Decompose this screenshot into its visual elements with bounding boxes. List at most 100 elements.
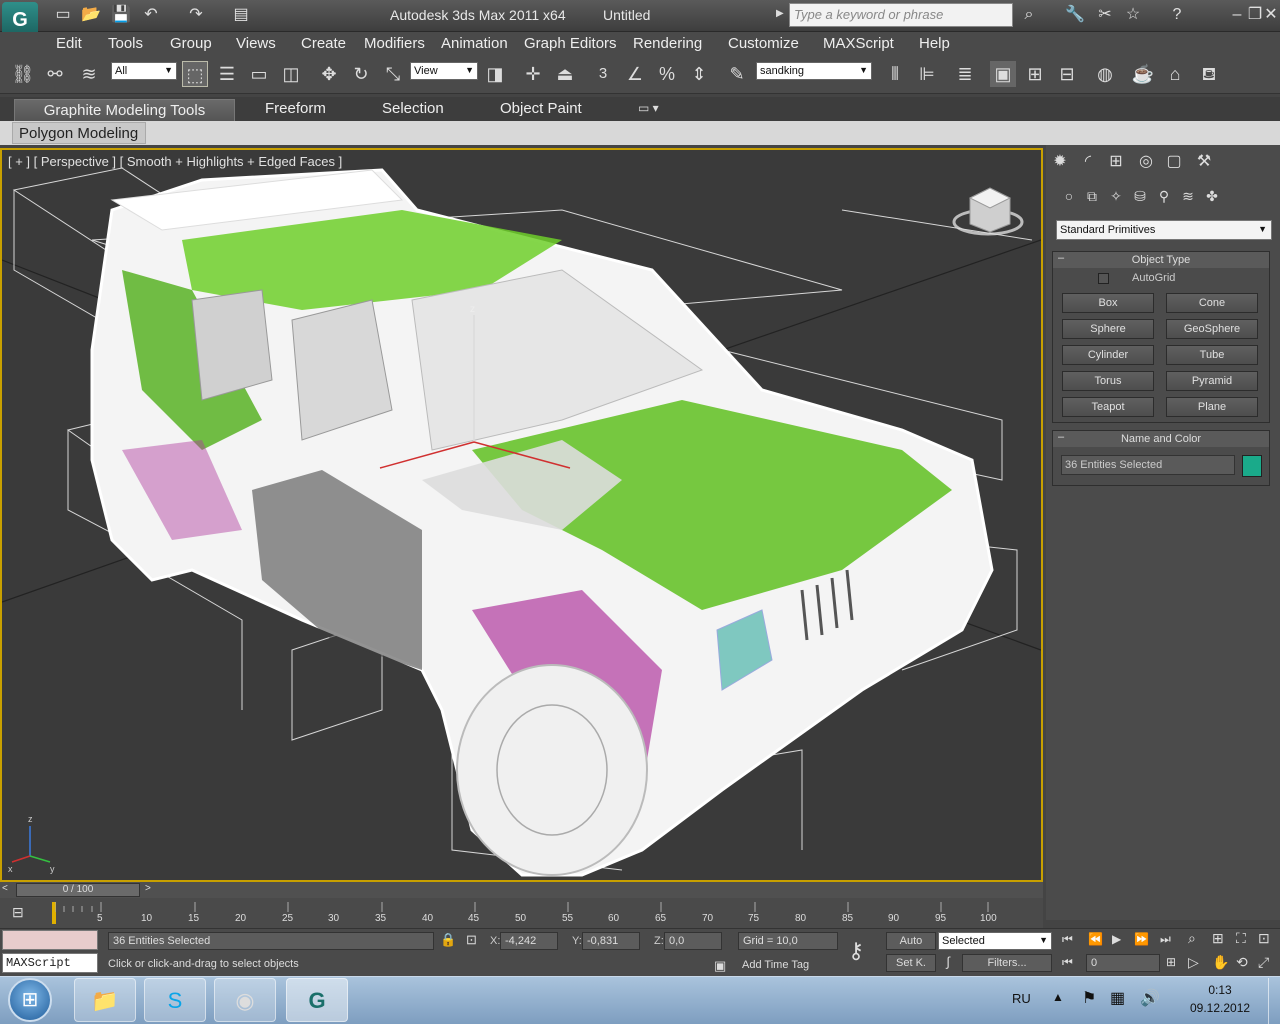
perspective-viewport[interactable]: z z x y [ + ] [ Perspective ] [ Smooth +…: [0, 148, 1043, 882]
collapse-minus-icon[interactable]: –: [1058, 252, 1064, 264]
bind-space-warp-icon[interactable]: ≋: [76, 61, 102, 87]
zoom-extents-all-icon[interactable]: ⊡: [1258, 930, 1270, 947]
pan-view-icon[interactable]: ✋: [1212, 954, 1229, 971]
tube-button[interactable]: Tube: [1166, 345, 1258, 365]
scale-icon[interactable]: ⤡: [380, 61, 406, 87]
rendered-frame-icon[interactable]: ⌂: [1162, 61, 1188, 87]
skype-icon[interactable]: S: [144, 978, 206, 1022]
default-tangent-icon[interactable]: ∫: [938, 954, 958, 972]
viewcube[interactable]: [952, 187, 1024, 236]
play-icon[interactable]: ▶: [1112, 932, 1121, 946]
menu-views[interactable]: Views: [236, 35, 276, 52]
tab-selection[interactable]: Selection: [382, 100, 444, 117]
next-frame-icon[interactable]: ⏩: [1134, 932, 1149, 946]
time-slider-thumb[interactable]: 0 / 100: [16, 883, 140, 897]
key-filters-button[interactable]: Filters...: [962, 954, 1052, 972]
zoom-extents-icon[interactable]: ⛶: [1236, 930, 1246, 947]
render-setup-icon[interactable]: ☕: [1130, 61, 1156, 87]
lights-icon[interactable]: ✧: [1106, 186, 1126, 206]
cameras-icon[interactable]: ⛁: [1130, 186, 1150, 206]
help-icon[interactable]: ?: [1166, 4, 1188, 26]
spinner-snap-icon[interactable]: ⇕: [686, 61, 712, 87]
add-time-tag[interactable]: Add Time Tag: [742, 959, 809, 971]
menu-customize[interactable]: Customize: [728, 35, 799, 52]
x-coordinate-field[interactable]: -4,242: [500, 932, 558, 950]
mirror-icon[interactable]: ⫴: [882, 61, 908, 87]
helpers-icon[interactable]: ⚲: [1154, 186, 1174, 206]
z-coordinate-field[interactable]: 0,0: [664, 932, 722, 950]
curve-editor-icon[interactable]: ⊞: [1022, 61, 1048, 87]
action-center-flag-icon[interactable]: ⚑: [1082, 988, 1096, 1008]
search-expand-icon[interactable]: ▶: [776, 8, 784, 19]
viewport-label[interactable]: [ + ] [ Perspective ] [ Smooth + Highlig…: [8, 154, 342, 169]
name-color-title[interactable]: Name and Color: [1053, 431, 1269, 447]
time-tag-icon[interactable]: ▣: [714, 958, 726, 974]
set-key-icon[interactable]: ⚷: [848, 938, 864, 964]
menu-create[interactable]: Create: [301, 35, 346, 52]
hierarchy-panel-icon[interactable]: ⊞: [1104, 150, 1128, 174]
geometry-icon[interactable]: ○: [1059, 186, 1079, 206]
tab-object-paint[interactable]: Object Paint: [500, 100, 582, 117]
new-file-icon[interactable]: ▭: [52, 4, 74, 26]
communication-center-icon[interactable]: ✂: [1094, 4, 1116, 26]
system-clock[interactable]: 0:13 09.12.2012: [1190, 983, 1250, 1015]
geosphere-button[interactable]: GeoSphere: [1166, 319, 1258, 339]
explorer-folder-icon[interactable]: 📁: [74, 978, 136, 1022]
tray-expand-icon[interactable]: ▲: [1052, 990, 1064, 1004]
menu-modifiers[interactable]: Modifiers: [364, 35, 425, 52]
previous-frame-icon[interactable]: ⏪: [1088, 932, 1103, 946]
absolute-mode-icon[interactable]: ⊡: [466, 932, 477, 948]
object-name-field[interactable]: 36 Entities Selected: [1061, 455, 1235, 475]
angle-snap-icon[interactable]: ∠: [622, 61, 648, 87]
zoom-icon[interactable]: ⌕: [1188, 930, 1196, 947]
curve-editor-mini-icon[interactable]: ⊟: [12, 904, 24, 921]
close-icon[interactable]: ✕: [1260, 4, 1280, 26]
volume-icon[interactable]: 🔊: [1140, 988, 1160, 1008]
menu-group[interactable]: Group: [170, 35, 212, 52]
tab-graphite-modeling-tools[interactable]: Graphite Modeling Tools: [14, 99, 235, 121]
selection-filter-dropdown[interactable]: All: [111, 62, 177, 80]
time-prev-arrow-icon[interactable]: <: [2, 883, 8, 894]
network-icon[interactable]: ▦: [1110, 988, 1125, 1008]
select-object-icon[interactable]: ⬚: [182, 61, 208, 87]
key-mode-toggle-icon[interactable]: ⏮: [1062, 955, 1073, 970]
maxscript-listener-pink[interactable]: [2, 930, 98, 950]
box-button[interactable]: Box: [1062, 293, 1154, 313]
autogrid-checkbox[interactable]: [1098, 273, 1109, 284]
cylinder-button[interactable]: Cylinder: [1062, 345, 1154, 365]
y-coordinate-field[interactable]: -0,831: [582, 932, 640, 950]
edit-named-selection-icon[interactable]: ✎: [724, 61, 750, 87]
pyramid-button[interactable]: Pyramid: [1166, 371, 1258, 391]
save-icon[interactable]: 💾: [110, 4, 132, 26]
percent-snap-icon[interactable]: %: [654, 61, 680, 87]
window-crossing-icon[interactable]: ◫: [278, 61, 304, 87]
open-file-icon[interactable]: 📂: [80, 4, 102, 26]
systems-icon[interactable]: ✤: [1202, 186, 1222, 206]
language-indicator[interactable]: RU: [1012, 991, 1031, 1006]
select-manipulate-icon[interactable]: ✛: [520, 61, 546, 87]
teapot-button[interactable]: Teapot: [1062, 397, 1154, 417]
menu-animation[interactable]: Animation: [441, 35, 508, 52]
field-of-view-icon[interactable]: ▷: [1188, 954, 1199, 971]
material-editor-icon[interactable]: ◍: [1092, 61, 1118, 87]
align-icon[interactable]: ⊫: [914, 61, 940, 87]
motion-panel-icon[interactable]: ◎: [1134, 150, 1158, 174]
layer-manager-icon[interactable]: ≣: [952, 61, 978, 87]
3ds-max-taskbar-icon[interactable]: G: [286, 978, 348, 1022]
set-key-button[interactable]: Set K.: [886, 954, 936, 972]
time-next-arrow-icon[interactable]: >: [145, 883, 151, 894]
rectangular-selection-icon[interactable]: ▭: [246, 61, 272, 87]
keyboard-shortcut-override-icon[interactable]: ⏏: [552, 61, 578, 87]
create-panel-icon[interactable]: ✹: [1048, 150, 1072, 174]
cone-button[interactable]: Cone: [1166, 293, 1258, 313]
reference-coordinate-dropdown[interactable]: View: [410, 62, 478, 80]
tab-freeform[interactable]: Freeform: [265, 100, 326, 117]
tab-polygon-modeling[interactable]: Polygon Modeling: [12, 122, 146, 144]
menu-maxscript[interactable]: MAXScript: [823, 35, 894, 52]
search-input[interactable]: Type a keyword or phrase: [789, 3, 1013, 27]
primitive-category-dropdown[interactable]: Standard Primitives: [1056, 220, 1272, 240]
maxscript-mini-listener[interactable]: MAXScript: [2, 953, 98, 973]
space-warps-icon[interactable]: ≋: [1178, 186, 1198, 206]
render-production-icon[interactable]: ⛾: [1196, 61, 1222, 87]
orbit-icon[interactable]: ⟲: [1236, 954, 1248, 971]
